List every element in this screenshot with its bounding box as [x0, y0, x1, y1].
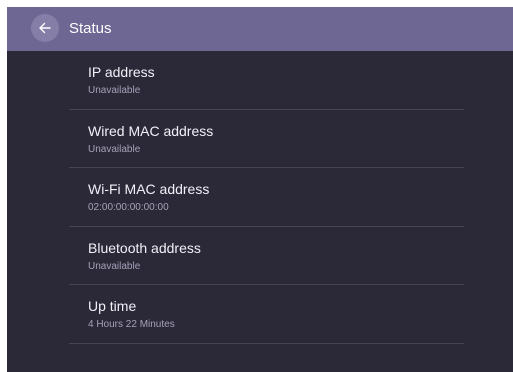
status-item-ip-address[interactable]: IP address Unavailable [69, 51, 464, 110]
page-title: Status [69, 20, 112, 37]
item-label: IP address [88, 64, 155, 80]
item-value: Unavailable [88, 85, 141, 96]
item-value: 4 Hours 22 Minutes [88, 319, 175, 331]
status-list: IP address Unavailable Wired MAC address… [69, 51, 464, 344]
arrow-left-icon [39, 22, 51, 34]
item-value: Unavailable [88, 260, 141, 272]
app-bar: Status [7, 7, 513, 51]
back-button[interactable] [31, 14, 59, 42]
status-screen: Status IP address Unavailable Wired MAC … [7, 7, 513, 372]
item-label: Wi-Fi MAC address [88, 181, 210, 198]
item-label: Up time [88, 298, 137, 315]
item-value: Unavailable [88, 143, 141, 155]
item-label: Bluetooth address [88, 239, 201, 256]
item-label: Wired MAC address [88, 122, 214, 139]
status-item-wired-mac-address[interactable]: Wired MAC address Unavailable [69, 110, 464, 169]
status-item-wifi-mac-address[interactable]: Wi-Fi MAC address 02:00:00:00:00:00 [69, 168, 464, 227]
status-item-bluetooth-address[interactable]: Bluetooth address Unavailable [69, 227, 464, 286]
status-item-up-time[interactable]: Up time 4 Hours 22 Minutes [69, 285, 464, 344]
item-value: 02:00:00:00:00:00 [88, 202, 169, 214]
